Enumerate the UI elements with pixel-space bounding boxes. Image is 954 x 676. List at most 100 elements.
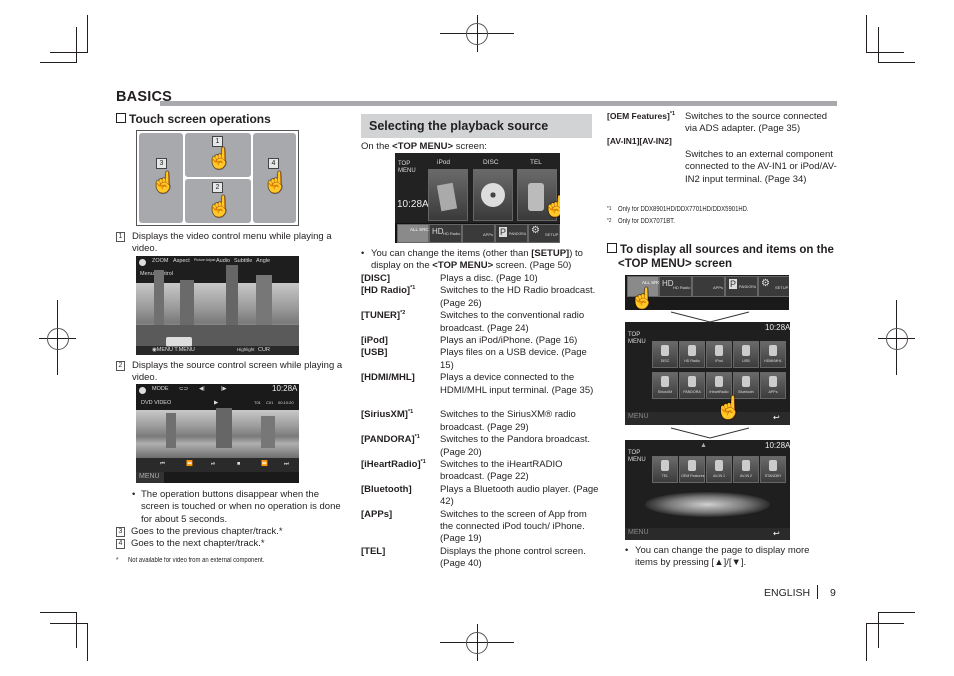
item-number: 1 [116,232,125,242]
cur-button: CUR [258,347,270,353]
touch-item-2: 2 Displays the source control screen whil… [116,360,348,383]
pandora-icon: P [729,279,738,289]
hand-pointer-icon: ☝ [207,148,232,170]
source-tile-label: USB [742,359,750,363]
touch-item-4: 4 Goes to the next chapter/track.* [116,538,348,550]
hd-radio-button[interactable]: HD Radio HD [429,224,462,243]
zone-label-1: 1 [212,136,223,147]
source-tile[interactable]: APPs [760,372,786,399]
setup-button[interactable]: ⚙ SETUP [758,276,789,297]
control-stop: ■ [237,461,241,467]
zone-label-3: 3 [156,158,167,169]
control-next-chapter: ⏭ [284,461,289,467]
footer-divider [817,585,818,599]
apps-button[interactable]: APPs [462,224,495,243]
source-tile[interactable]: USB [733,341,759,368]
source-tile[interactable]: PANDORA [679,372,705,399]
source-tile[interactable]: DISC [652,341,678,368]
source-tile[interactable]: HDMI/MHL [760,341,786,368]
hand-pointer-icon: ☝ [207,196,232,218]
apps-button[interactable]: APPs [692,276,725,297]
source-tile[interactable]: HD Radio [679,341,705,368]
source-term: [TUNER]*2 [361,310,405,321]
source-icon [661,345,669,356]
video-menu-subtitle: Subtitle [234,258,253,264]
pandora-button[interactable]: P PANDORA [495,224,528,243]
source-tile-label: AV-IN 1 [712,474,726,478]
menu-button: MENU [139,473,160,480]
next-icon: |▶ [221,386,227,392]
source-tile[interactable]: OEM Features [679,456,705,483]
source-tile[interactable]: SiriusXM [652,372,678,399]
source-tile-label: STANDBY [764,474,782,478]
down-arrow-icon [670,427,750,439]
source-desc: Plays a device connected to the HDMI/MHL… [440,372,594,396]
source-icon [769,345,777,356]
hd-radio-button[interactable]: HD HD Radio [659,276,692,297]
source-control-screenshot: MODE ⊂⊃ ◀| |▶ 10:28A DVD VIDEO ▶ T01 C01… [136,384,299,483]
hand-pointer-icon: ☝ [715,395,743,420]
bullet-text: You can change the page to display more … [635,545,810,569]
tile-tel-label: TEL [530,159,542,166]
all-src-button[interactable]: ALL SRC [397,224,429,243]
page-up-arrow-icon[interactable]: ▲ [700,442,707,449]
repeat-icon: ⊂⊃ [179,386,189,392]
checkbox-bullet-icon [607,243,617,253]
source-term: [SiriusXM]*1 [361,409,413,420]
source-term-text: [APPs] [361,508,393,520]
source-term-text: [TUNER] [361,310,401,322]
glow-decoration [645,492,770,517]
top-menu-intro: On the <TOP MENU> screen: [361,141,487,153]
source-term: [HD Radio]*1 [361,285,415,296]
video-menu-picture: Picture Adjust [194,258,216,262]
avin-term: [AV-IN1][AV-IN2] [607,136,672,146]
setup-button[interactable]: ⚙ SETUP [528,224,560,243]
source-tile[interactable]: AV-IN 2 [733,456,759,483]
bullet-dot: • [625,545,629,556]
source-sup: *1 [414,434,420,441]
footnote-text: Only for DDX8901HD/DDX7701HD/DDX5901HD. [618,206,749,213]
hand-pointer-icon: ☝ [151,172,176,194]
item-text: Displays the source control screen while… [132,360,343,384]
source-icon [742,460,750,471]
source-icon [742,376,750,387]
pandora-label: PANDORA [509,232,527,236]
tile-ipod[interactable] [428,169,468,221]
clock: 10:28A [765,323,790,332]
source-term: [DISC] [361,273,390,284]
zone-label-4: 4 [268,158,279,169]
source-term: [iPod] [361,335,388,346]
source-desc: Plays a Bluetooth audio player. (Page 42… [440,483,599,508]
heading-line-1: To display all sources and items on the [620,244,834,256]
hd-radio-label: HD Radio [673,285,691,290]
footnote-text: Only for DDX7071BT. [618,218,675,225]
source-desc: Switches to the conventional radio broad… [440,310,585,334]
pandora-button[interactable]: P PANDORA [725,276,758,297]
source-icon [769,460,777,471]
top-menu-screenshot: TOP MENU 10:28A iPod DISC TEL ☝ ALL SRC … [395,153,560,243]
display-all-heading: To display all sources and items on the … [607,243,842,271]
bullet-dot: • [361,248,365,259]
footnote-mark: *1 [607,206,612,212]
clock: 10:28A [272,384,298,393]
source-icon [688,345,696,356]
title-number: T01 [254,400,261,405]
source-term-text: [USB] [361,347,388,359]
source-sup: *1 [410,285,416,292]
heading-line-2: <TOP MENU> screen [618,258,732,270]
source-tile[interactable]: STANDBY [760,456,786,483]
video-menu-aspect: Aspect [173,258,190,264]
source-desc: Switches to the HD Radio broadcast. (Pag… [440,285,596,309]
source-tile[interactable]: AV-IN 1 [706,456,732,483]
source-tile[interactable]: TEL [652,456,678,483]
source-tile-label: DISC [660,359,670,363]
source-desc: Plays a disc. (Page 10) [440,273,538,284]
tile-ipod-label: iPod [437,159,451,166]
tile-disc[interactable] [473,169,513,221]
touch-ops-title: Touch screen operations [129,112,271,126]
setup-label: SETUP [545,232,559,237]
bullet-text: You can change the items (other than [SE… [371,248,597,273]
video-menu-audio: Audio [216,258,231,264]
menu-button: MENU [628,529,649,536]
source-tile[interactable]: iPod [706,341,732,368]
